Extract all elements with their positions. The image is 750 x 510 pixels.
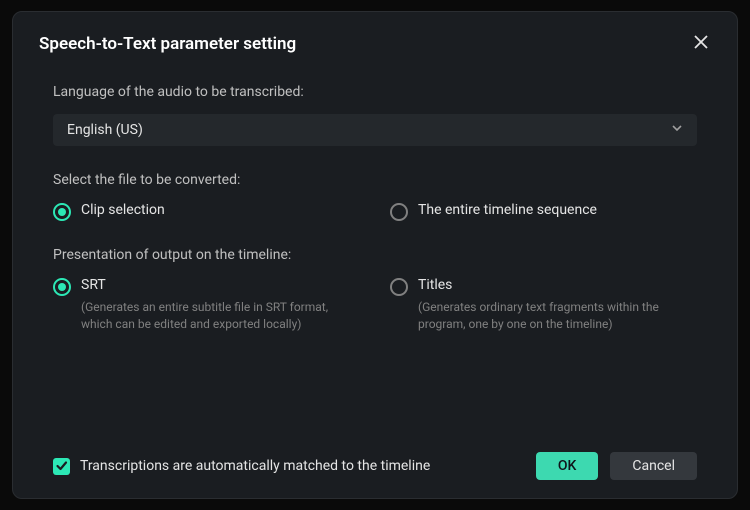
- auto-match-label: Transcriptions are automatically matched…: [80, 458, 430, 474]
- checkbox-checked: [53, 458, 70, 475]
- radio-titles-desc: (Generates ordinary text fragments withi…: [418, 299, 697, 333]
- auto-match-checkbox-row[interactable]: Transcriptions are automatically matched…: [53, 458, 430, 475]
- file-selection-section: Select the file to be converted: Clip se…: [39, 172, 711, 221]
- radio-indicator-selected: [53, 203, 71, 221]
- presentation-label: Presentation of output on the timeline:: [53, 247, 697, 263]
- radio-titles-label: Titles: [418, 277, 697, 293]
- radio-indicator-unselected: [390, 203, 408, 221]
- language-dropdown[interactable]: English (US): [53, 114, 697, 146]
- radio-clip-selection[interactable]: Clip selection: [53, 202, 360, 221]
- radio-srt[interactable]: SRT (Generates an entire subtitle file i…: [53, 277, 360, 333]
- presentation-section: Presentation of output on the timeline: …: [39, 247, 711, 333]
- modal-footer: Transcriptions are automatically matched…: [39, 452, 711, 480]
- radio-srt-desc: (Generates an entire subtitle file in SR…: [81, 299, 360, 333]
- modal-header: Speech-to-Text parameter setting: [39, 34, 711, 54]
- radio-titles[interactable]: Titles (Generates ordinary text fragment…: [390, 277, 697, 333]
- radio-indicator-selected: [53, 278, 71, 296]
- language-section: Language of the audio to be transcribed:…: [39, 84, 711, 146]
- radio-srt-label: SRT: [81, 277, 360, 293]
- close-icon: [693, 34, 709, 54]
- modal-title: Speech-to-Text parameter setting: [39, 34, 296, 54]
- language-selected-value: English (US): [67, 122, 143, 138]
- footer-buttons: OK Cancel: [536, 452, 697, 480]
- speech-to-text-modal: Speech-to-Text parameter setting Languag…: [12, 11, 738, 499]
- close-button[interactable]: [691, 34, 711, 54]
- radio-indicator-unselected: [390, 278, 408, 296]
- check-icon: [55, 457, 68, 476]
- cancel-button[interactable]: Cancel: [610, 452, 697, 480]
- radio-clip-label: Clip selection: [81, 202, 360, 218]
- chevron-down-icon: [671, 122, 683, 138]
- radio-timeline-label: The entire timeline sequence: [418, 202, 697, 218]
- language-label: Language of the audio to be transcribed:: [53, 84, 697, 100]
- file-selection-options: Clip selection The entire timeline seque…: [53, 202, 697, 221]
- presentation-options: SRT (Generates an entire subtitle file i…: [53, 277, 697, 333]
- ok-button[interactable]: OK: [536, 452, 599, 480]
- radio-entire-timeline[interactable]: The entire timeline sequence: [390, 202, 697, 221]
- file-selection-label: Select the file to be converted:: [53, 172, 697, 188]
